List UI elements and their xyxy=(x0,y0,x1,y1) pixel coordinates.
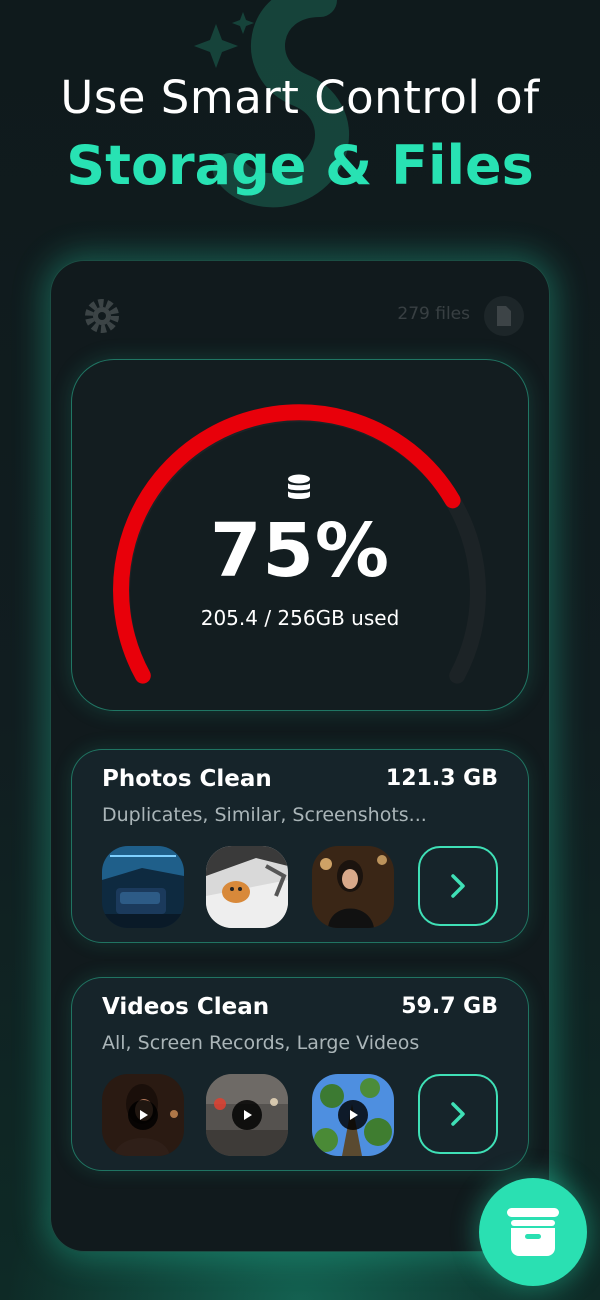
storage-percent: 75% xyxy=(209,508,391,594)
videos-clean-subtitle: All, Screen Records, Large Videos xyxy=(102,1032,420,1054)
play-icon xyxy=(128,1100,158,1130)
headline-line-2: Storage & Files xyxy=(66,134,534,197)
chevron-right-icon xyxy=(451,874,465,898)
photos-clean-title: Photos Clean xyxy=(102,766,272,792)
woman-video-thumbnail[interactable] xyxy=(102,1074,184,1156)
bedroom-photo xyxy=(102,846,184,928)
chevron-right-icon xyxy=(451,1102,465,1126)
document-icon xyxy=(497,306,511,326)
tree-sky-video-thumbnail[interactable] xyxy=(312,1074,394,1156)
photos-clean-subtitle: Duplicates, Similar, Screenshots... xyxy=(102,804,427,826)
play-icon xyxy=(232,1100,262,1130)
headline-line-1: Use Smart Control of xyxy=(60,71,540,124)
files-count: 279 files xyxy=(397,304,470,324)
play-icon xyxy=(338,1100,368,1130)
photos-clean-open-button[interactable] xyxy=(418,846,498,926)
database-icon xyxy=(288,474,310,499)
bedroom-photo-thumbnail[interactable] xyxy=(102,846,184,928)
night-street-video-thumbnail[interactable] xyxy=(206,1074,288,1156)
gear-icon[interactable] xyxy=(80,294,124,338)
cat-in-car-photo-thumbnail[interactable] xyxy=(206,846,288,928)
headline: Use Smart Control of Storage & Files xyxy=(0,68,600,202)
cleanup-fab-button[interactable] xyxy=(479,1178,587,1286)
woman-portrait-photo-thumbnail[interactable] xyxy=(312,846,394,928)
photos-clean-card[interactable]: Photos Clean 121.3 GB Duplicates, Simila… xyxy=(72,750,528,942)
storage-gauge-card[interactable]: 75% 205.4 / 256GB used xyxy=(72,360,528,710)
videos-clean-title: Videos Clean xyxy=(102,994,270,1020)
archive-box-icon xyxy=(507,1208,559,1256)
videos-clean-size: 59.7 GB xyxy=(401,994,498,1019)
photos-clean-size: 121.3 GB xyxy=(385,766,498,791)
cat-in-car-photo xyxy=(206,846,288,928)
phone-screen: 279 files 75% 205.4 / 256GB used Photos … xyxy=(50,260,550,1252)
files-button[interactable] xyxy=(484,296,524,336)
storage-used-label: 205.4 / 256GB used xyxy=(200,606,400,630)
videos-clean-card[interactable]: Videos Clean 59.7 GB All, Screen Records… xyxy=(72,978,528,1170)
videos-clean-open-button[interactable] xyxy=(418,1074,498,1154)
woman-portrait-photo xyxy=(312,846,394,928)
